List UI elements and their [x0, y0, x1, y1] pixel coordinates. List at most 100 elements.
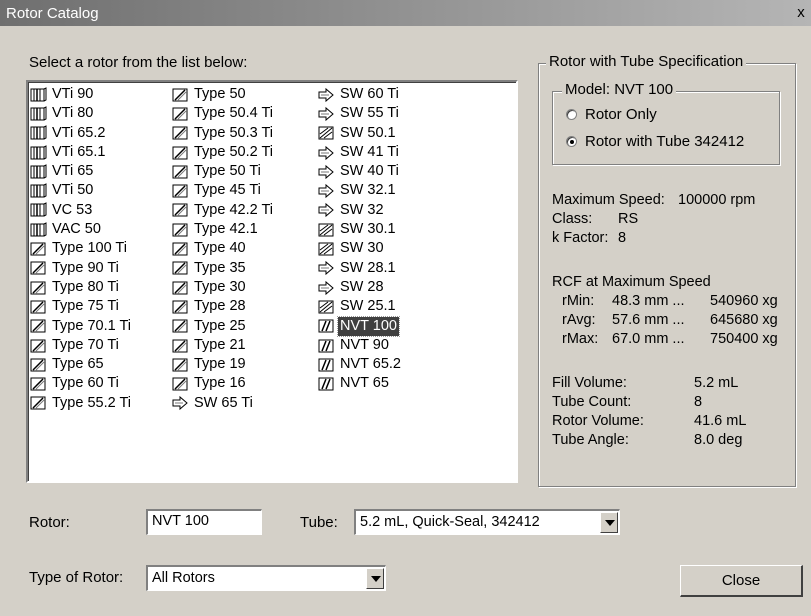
- list-item[interactable]: VTi 65.1: [30, 143, 133, 162]
- swinging-bucket-rotor-icon: [318, 164, 336, 180]
- list-item[interactable]: Type 50.2 Ti: [172, 143, 275, 162]
- list-item[interactable]: Type 50 Ti: [172, 162, 275, 181]
- list-item[interactable]: VTi 80: [30, 104, 133, 123]
- list-item[interactable]: Type 75 Ti: [30, 297, 133, 316]
- list-item[interactable]: Type 42.2 Ti: [172, 201, 275, 220]
- tube-angle-label: Tube Angle:: [552, 432, 629, 448]
- max-speed-label: Maximum Speed:: [552, 192, 665, 208]
- type-of-rotor-select[interactable]: All Rotors: [146, 565, 386, 591]
- list-item[interactable]: VTi 90: [30, 85, 133, 104]
- list-item[interactable]: VAC 50: [30, 220, 133, 239]
- list-item-label: VTi 90: [52, 86, 94, 102]
- list-item[interactable]: Type 55.2 Ti: [30, 394, 133, 413]
- list-item[interactable]: SW 28.1: [318, 259, 403, 278]
- list-item[interactable]: SW 30: [318, 239, 403, 258]
- radio-rotor-with-tube-indicator[interactable]: [566, 136, 577, 147]
- list-item[interactable]: SW 55 Ti: [318, 104, 403, 123]
- rotor-list[interactable]: VTi 90 VTi 80 VTi 65.2 VTi 65.1 VTi 65 VTi 50…: [26, 80, 518, 483]
- list-item[interactable]: VC 53: [30, 201, 133, 220]
- rmin-mm: 48.3 mm ...: [612, 293, 685, 309]
- tube-select-value: 5.2 mL, Quick-Seal, 342412: [360, 514, 540, 530]
- list-item[interactable]: VTi 50: [30, 181, 133, 200]
- rmax-label: rMax:: [562, 331, 599, 347]
- list-item[interactable]: NVT 100: [318, 315, 403, 337]
- list-item[interactable]: Type 60 Ti: [30, 374, 133, 393]
- list-item[interactable]: VTi 65: [30, 162, 133, 181]
- list-item[interactable]: VTi 65.2: [30, 124, 133, 143]
- radio-rotor-with-tube[interactable]: Rotor with Tube 342412: [566, 133, 744, 150]
- list-item[interactable]: SW 30.1: [318, 220, 403, 239]
- list-item[interactable]: Type 45 Ti: [172, 181, 275, 200]
- list-item[interactable]: NVT 65.2: [318, 355, 403, 374]
- list-item[interactable]: Type 28: [172, 297, 275, 316]
- vertical-rotor-icon: [30, 106, 48, 122]
- close-icon[interactable]: x: [793, 4, 809, 22]
- list-item[interactable]: SW 41 Ti: [318, 143, 403, 162]
- list-item-label: SW 25.1: [340, 298, 396, 315]
- list-item[interactable]: Type 16: [172, 374, 275, 393]
- list-item[interactable]: SW 28: [318, 278, 403, 297]
- list-item[interactable]: Type 40: [172, 239, 275, 258]
- fill-volume-value: 5.2 mL: [694, 375, 739, 391]
- list-item[interactable]: SW 50.1: [318, 124, 403, 143]
- chevron-down-icon[interactable]: [600, 512, 618, 533]
- fixed-angle-rotor-icon: [30, 318, 48, 334]
- rotor-input[interactable]: NVT 100: [146, 509, 262, 535]
- radio-rotor-only-indicator[interactable]: [566, 109, 577, 120]
- list-item[interactable]: Type 70.1 Ti: [30, 317, 133, 336]
- fixed-angle-rotor-icon: [172, 222, 190, 238]
- tube-select[interactable]: 5.2 mL, Quick-Seal, 342412: [354, 509, 620, 535]
- rotor-volume-label: Rotor Volume:: [552, 413, 644, 429]
- close-button[interactable]: Close: [680, 565, 803, 597]
- rcf-title: RCF at Maximum Speed: [552, 274, 711, 290]
- chevron-down-icon[interactable]: [366, 568, 384, 589]
- list-item-label: Type 60 Ti: [52, 375, 119, 392]
- list-item[interactable]: SW 40 Ti: [318, 162, 403, 181]
- list-item[interactable]: Type 42.1: [172, 220, 275, 239]
- list-item[interactable]: Type 50.3 Ti: [172, 124, 275, 143]
- fixed-angle-rotor-icon: [172, 164, 190, 180]
- list-item-label: VAC 50: [52, 221, 101, 238]
- list-item-label: Type 65: [52, 356, 104, 373]
- rmin-xg: 540960 xg: [710, 293, 778, 309]
- fixed-angle-rotor-icon: [172, 280, 190, 296]
- model-group-title: Model: NVT 100: [562, 81, 677, 98]
- list-item[interactable]: NVT 65: [318, 374, 403, 393]
- list-item[interactable]: Type 50: [172, 85, 275, 104]
- fixed-angle-rotor-icon: [30, 338, 48, 354]
- swinging-bucket-rotor-icon: [318, 202, 336, 218]
- list-item[interactable]: SW 32.1: [318, 181, 403, 200]
- near-vertical-rotor-icon: [318, 376, 336, 392]
- list-item[interactable]: Type 25: [172, 317, 275, 336]
- list-item[interactable]: SW 25.1: [318, 297, 403, 316]
- list-item[interactable]: Type 30: [172, 278, 275, 297]
- title-bar: Rotor Catalog x: [0, 0, 811, 26]
- list-item-label: Type 42.1: [194, 221, 258, 238]
- list-item[interactable]: Type 50.4 Ti: [172, 104, 275, 123]
- list-item-label: NVT 65.2: [340, 356, 401, 373]
- list-item-label: Type 75 Ti: [52, 298, 119, 315]
- list-item[interactable]: Type 100 Ti: [30, 239, 133, 258]
- fixed-angle-rotor-icon: [30, 260, 48, 276]
- radio-rotor-only[interactable]: Rotor Only: [566, 106, 657, 123]
- swinging-bucket-box-icon: [318, 125, 336, 141]
- rotor-volume-value: 41.6 mL: [694, 413, 747, 429]
- type-of-rotor-label: Type of Rotor:: [29, 569, 124, 586]
- list-item[interactable]: Type 35: [172, 259, 275, 278]
- swinging-bucket-rotor-icon: [318, 260, 336, 276]
- list-item[interactable]: Type 65: [30, 355, 133, 374]
- list-item[interactable]: SW 32: [318, 201, 403, 220]
- list-item[interactable]: SW 65 Ti: [172, 394, 275, 413]
- swinging-bucket-rotor-icon: [318, 106, 336, 122]
- list-item[interactable]: Type 70 Ti: [30, 336, 133, 355]
- list-item[interactable]: Type 90 Ti: [30, 259, 133, 278]
- fixed-angle-rotor-icon: [172, 376, 190, 392]
- list-item[interactable]: SW 60 Ti: [318, 85, 403, 104]
- fixed-angle-rotor-icon: [30, 280, 48, 296]
- list-item[interactable]: Type 19: [172, 355, 275, 374]
- list-item[interactable]: Type 21: [172, 336, 275, 355]
- list-item-label: Type 25: [194, 317, 246, 334]
- list-item-label: Type 100 Ti: [52, 240, 127, 257]
- list-item[interactable]: NVT 90: [318, 336, 403, 355]
- list-item[interactable]: Type 80 Ti: [30, 278, 133, 297]
